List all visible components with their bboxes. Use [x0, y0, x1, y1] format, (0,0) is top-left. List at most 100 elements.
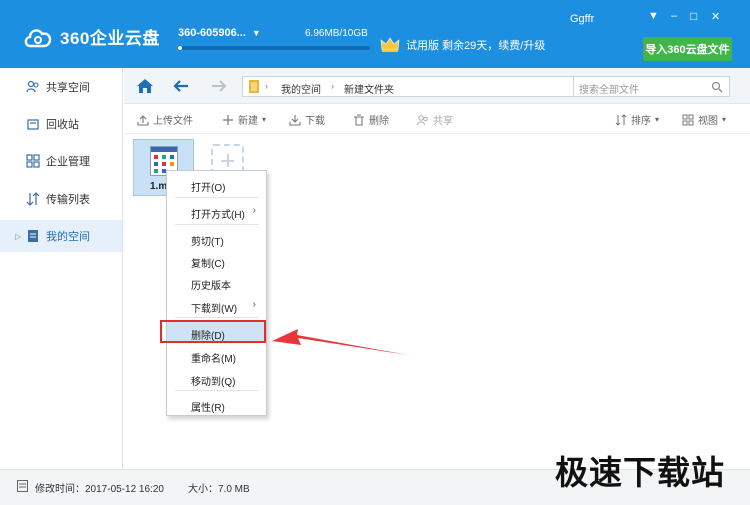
quota-text: 6.96MB/10GB: [305, 28, 368, 39]
menu-divider: [175, 224, 259, 225]
download-icon: [289, 114, 301, 126]
maximize-icon[interactable]: □: [690, 9, 697, 23]
menu-item-open-with[interactable]: 打开方式(H) ›: [167, 200, 266, 222]
app-name: 360企业云盘: [60, 29, 160, 48]
folder-icon: [249, 80, 259, 93]
toolbar: 上传文件 新建 ▾ 下载 删除 共享 排序 ▾ 视图 ▾: [124, 104, 750, 134]
menu-item-label: 复制(C): [191, 259, 225, 270]
transfer-icon: [26, 192, 40, 206]
upload-button[interactable]: 上传文件: [137, 112, 193, 127]
share-icon: [417, 114, 428, 125]
modified-time: 修改时间：2017-05-12 16:20: [35, 484, 164, 495]
menu-item-open[interactable]: 打开(O): [167, 173, 266, 195]
separator-icon: ›: [265, 81, 268, 91]
cloud-logo-icon: [24, 28, 52, 47]
sidebar-item-my-space[interactable]: ▷ 我的空间: [0, 220, 122, 252]
chevron-down-icon: ▾: [722, 115, 727, 124]
breadcrumb-my-space[interactable]: 我的空间: [281, 81, 321, 96]
menu-divider: [175, 197, 259, 198]
crown-icon: [380, 37, 400, 52]
chevron-right-icon: ›: [252, 299, 256, 310]
close-icon[interactable]: ✕: [711, 10, 720, 23]
upload-label: 上传文件: [153, 116, 193, 127]
menu-item-label: 重命名(M): [191, 354, 236, 365]
share-button[interactable]: 共享: [417, 112, 453, 127]
menu-item-download-to[interactable]: 下载到(W) ›: [167, 294, 266, 316]
app-logo: 360企业云盘: [22, 24, 160, 49]
menu-item-label: 历史版本: [191, 281, 231, 292]
menu-item-move-to[interactable]: 移动到(Q): [167, 367, 266, 389]
view-label: 视图: [698, 116, 718, 127]
doc-icon: [17, 480, 28, 492]
sidebar-item-label: 传输列表: [46, 194, 90, 206]
quota-bar: [178, 46, 370, 50]
new-button[interactable]: 新建 ▾: [222, 112, 266, 127]
separator-icon: ›: [331, 81, 334, 91]
trash-icon: [27, 119, 39, 130]
download-label: 下载: [305, 116, 325, 127]
sort-icon: [615, 113, 627, 126]
chevron-down-icon: ▾: [655, 115, 660, 124]
search-icon[interactable]: [711, 81, 723, 93]
search-input[interactable]: 搜索全部文件: [573, 76, 730, 97]
new-label: 新建: [238, 116, 258, 127]
sidebar-item-shared[interactable]: 共享空间: [0, 71, 122, 103]
chevron-right-icon: ›: [252, 205, 256, 216]
forward-icon[interactable]: [210, 77, 228, 95]
import-button[interactable]: 导入360云盘文件: [643, 37, 732, 61]
sidebar-item-label: 回收站: [46, 119, 79, 131]
sidebar-item-enterprise[interactable]: 企业管理: [0, 145, 122, 177]
share-label: 共享: [433, 116, 453, 127]
title-bar: 360企业云盘 360-605906... ▼ 6.96MB/10GB 试用版 剩…: [0, 0, 750, 68]
back-icon[interactable]: [172, 77, 190, 95]
users-icon: [26, 80, 39, 93]
plus-icon: [223, 114, 233, 125]
highlight-box: [160, 320, 266, 343]
menu-item-label: 剪切(T): [191, 237, 224, 248]
doc-icon: [28, 230, 38, 242]
file-size: 大小：7.0 MB: [188, 484, 250, 495]
sort-button[interactable]: 排序 ▾: [615, 112, 659, 127]
breadcrumb-new-folder[interactable]: 新建文件夹: [344, 81, 394, 96]
menu-icon[interactable]: ▼: [648, 10, 659, 22]
download-button[interactable]: 下载: [289, 112, 325, 127]
navigation-bar: › 我的空间 › 新建文件夹 搜索全部文件: [124, 68, 750, 104]
menu-item-label: 移动到(Q): [191, 377, 236, 388]
home-icon[interactable]: [136, 77, 154, 95]
sort-label: 排序: [631, 116, 651, 127]
menu-item-label: 属性(R): [191, 403, 225, 414]
menu-item-label: 下载到(W): [191, 304, 238, 315]
chevron-down-icon: ▾: [262, 115, 267, 124]
user-name[interactable]: Ggffr: [570, 13, 594, 25]
view-grid-icon: [682, 114, 694, 125]
context-menu: 打开(O) 打开方式(H) › 剪切(T) 复制(C) 历史版本 下载到(W) › …: [166, 170, 267, 416]
account-name: 360-605906...: [178, 27, 246, 39]
menu-item-copy[interactable]: 复制(C): [167, 249, 266, 271]
watermark: 极速下载站: [555, 454, 725, 491]
delete-label: 删除: [369, 116, 389, 127]
sidebar-item-recycle[interactable]: 回收站: [0, 108, 122, 140]
sidebar-item-transfer[interactable]: 传输列表: [0, 183, 122, 215]
menu-item-history[interactable]: 历史版本: [167, 271, 266, 293]
menu-item-label: 打开(O): [191, 183, 226, 194]
sidebar: 共享空间 回收站 企业管理 传输列表 ▷ 我的空间: [0, 68, 123, 469]
upload-icon: [137, 114, 149, 126]
delete-button[interactable]: 删除: [353, 112, 389, 127]
grid-icon: [26, 154, 40, 168]
search-placeholder: 搜索全部文件: [579, 85, 639, 96]
file-name: 1.m: [150, 181, 168, 192]
sidebar-item-label: 共享空间: [46, 82, 90, 94]
menu-item-properties[interactable]: 属性(R): [167, 393, 266, 415]
menu-divider: [175, 317, 259, 318]
trash-icon: [354, 113, 364, 126]
minimize-icon[interactable]: –: [671, 10, 677, 22]
sidebar-item-label: 我的空间: [46, 231, 90, 243]
account-selector[interactable]: 360-605906... ▼: [178, 27, 261, 39]
menu-item-cut[interactable]: 剪切(T): [167, 227, 266, 249]
quota-fill: [178, 46, 182, 50]
menu-item-label: 打开方式(H): [191, 210, 245, 221]
view-button[interactable]: 视图 ▾: [682, 112, 726, 127]
expand-arrow-icon[interactable]: ▷: [15, 232, 21, 241]
menu-item-rename[interactable]: 重命名(M): [167, 344, 266, 366]
vip-status[interactable]: 试用版 剩余29天，续费/升级: [380, 37, 545, 53]
